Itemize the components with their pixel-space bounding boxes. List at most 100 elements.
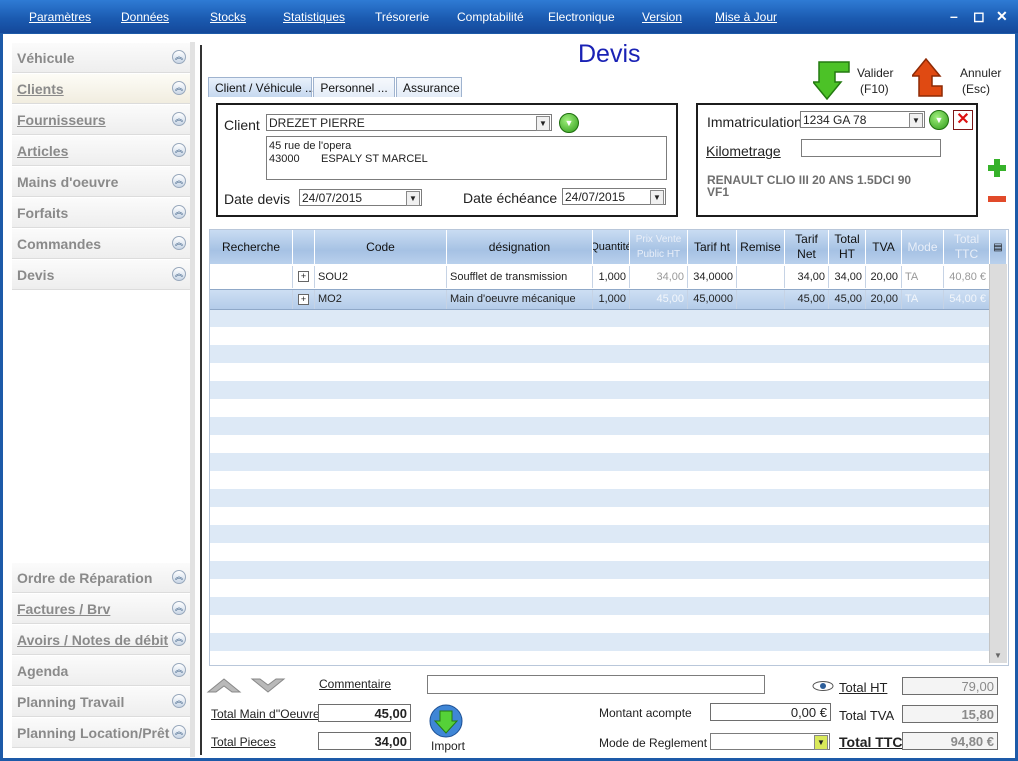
header-tarif-ht[interactable]: Tarif ht [688, 230, 737, 264]
expand-icon[interactable]: + [298, 271, 309, 282]
collapse-icon[interactable]: ︽ [172, 663, 186, 677]
vehicle-open-icon[interactable]: ▼ [929, 110, 949, 130]
tab-client-vehicule[interactable]: Client / Véhicule ... [208, 77, 315, 97]
grid-scrollbar[interactable]: ▼ [989, 264, 1007, 663]
menu-tresorerie[interactable]: Trésorerie [375, 10, 429, 24]
import-button[interactable] [428, 703, 464, 739]
reglement-select[interactable]: ▼ [710, 733, 830, 750]
sidebar-item-factures[interactable]: Factures / Brv ︽ [12, 594, 192, 624]
client-address-box[interactable]: 45 rue de l'opera 43000 ESPALY ST MARCEL [266, 136, 667, 180]
collapse-icon[interactable]: ︽ [172, 570, 186, 584]
cell-mode[interactable]: TA [902, 290, 944, 309]
header-total-ht[interactable]: Total HT [829, 230, 866, 264]
cell-tarif-net[interactable]: 45,00 [785, 290, 829, 309]
expand-icon[interactable]: + [298, 294, 309, 305]
table-row-selected[interactable]: + MO2 Main d'oeuvre mécanique 1,000 45,0… [210, 289, 990, 310]
header-designation[interactable]: désignation [447, 230, 593, 264]
sidebar-item-agenda[interactable]: Agenda ︽ [12, 656, 192, 686]
header-mode[interactable]: Mode [902, 230, 944, 264]
cell-remise[interactable] [737, 290, 785, 309]
dropdown-arrow-icon[interactable]: ▼ [909, 113, 923, 128]
cell-tarif-net[interactable]: 34,00 [785, 266, 829, 288]
collapse-icon[interactable]: ︽ [172, 694, 186, 708]
menu-stocks[interactable]: Stocks [210, 10, 246, 24]
date-devis-picker[interactable]: 24/07/2015 ▼ [299, 189, 422, 206]
collapse-icon[interactable]: ︽ [172, 174, 186, 188]
minimize-icon[interactable]: – [950, 8, 958, 24]
column-chooser-icon[interactable]: ▤ [990, 230, 1007, 264]
sidebar-item-articles[interactable]: Articles ︽ [12, 136, 192, 166]
sidebar-item-planning-location[interactable]: Planning Location/Prêt ︽ [12, 718, 192, 748]
sidebar-item-planning-travail[interactable]: Planning Travail ︽ [12, 687, 192, 717]
tab-personnel[interactable]: Personnel ... [313, 77, 395, 97]
cell-tarif-ht[interactable]: 45,0000 [688, 290, 737, 309]
collapse-icon[interactable]: ︽ [172, 267, 186, 281]
client-open-icon[interactable]: ▼ [559, 113, 579, 133]
dropdown-arrow-icon[interactable]: ▼ [406, 191, 420, 206]
collapse-icon[interactable]: ︽ [172, 143, 186, 157]
menu-comptabilite[interactable]: Comptabilité [457, 10, 524, 24]
acompte-input[interactable]: 0,00 € [710, 703, 831, 721]
cell-remise[interactable] [737, 266, 785, 288]
cell-quantite[interactable]: 1,000 [593, 290, 630, 309]
menu-mise-a-jour[interactable]: Mise à Jour [715, 10, 777, 24]
annuler-label[interactable]: Annuler [960, 66, 1001, 80]
header-quantite[interactable]: Quantité [593, 230, 630, 264]
dropdown-arrow-icon[interactable]: ▼ [814, 735, 828, 750]
collapse-icon[interactable]: ︽ [172, 81, 186, 95]
maximize-icon[interactable]: ◻ [973, 8, 985, 25]
cell-tarif-ht[interactable]: 34,0000 [688, 266, 737, 288]
header-total-ttc[interactable]: Total TTC [944, 230, 990, 264]
collapse-icon[interactable]: ︽ [172, 601, 186, 615]
sidebar-item-fournisseurs[interactable]: Fournisseurs ︽ [12, 105, 192, 135]
header-tva[interactable]: TVA [866, 230, 902, 264]
menu-version[interactable]: Version [642, 10, 682, 24]
header-code[interactable]: Code [315, 230, 447, 264]
cell-recherche[interactable] [210, 290, 293, 309]
valider-button[interactable] [811, 58, 853, 101]
cell-code[interactable]: SOU2 [315, 266, 447, 288]
tab-assurance[interactable]: Assurance [396, 77, 462, 97]
header-tarif-net[interactable]: Tarif Net [785, 230, 829, 264]
cell-designation[interactable]: Soufflet de transmission [447, 266, 593, 288]
dropdown-arrow-icon[interactable]: ▼ [650, 190, 664, 205]
cell-quantite[interactable]: 1,000 [593, 266, 630, 288]
cell-tva[interactable]: 20,00 [866, 290, 902, 309]
menu-electronique[interactable]: Electronique [548, 10, 615, 24]
collapse-icon[interactable]: ︽ [172, 632, 186, 646]
scroll-down-icon[interactable]: ▼ [994, 651, 1002, 660]
move-down-icon[interactable] [250, 676, 286, 694]
immatriculation-select[interactable]: 1234 GA 78 ▼ [800, 111, 925, 128]
sidebar-item-mains-oeuvre[interactable]: Mains d'oeuvre ︽ [12, 167, 192, 197]
table-row[interactable]: + SOU2 Soufflet de transmission 1,000 34… [210, 266, 990, 288]
date-echeance-picker[interactable]: 24/07/2015 ▼ [562, 188, 666, 205]
cell-designation[interactable]: Main d'oeuvre mécanique [447, 290, 593, 309]
dropdown-arrow-icon[interactable]: ▼ [536, 116, 550, 131]
sidebar-item-commandes[interactable]: Commandes ︽ [12, 229, 192, 259]
add-line-icon[interactable] [987, 158, 1007, 178]
cell-tva[interactable]: 20,00 [866, 266, 902, 288]
cell-mode[interactable]: TA [902, 266, 944, 288]
collapse-icon[interactable]: ︽ [172, 236, 186, 250]
annuler-button[interactable] [910, 57, 952, 100]
menu-statistiques[interactable]: Statistiques [283, 10, 345, 24]
sidebar-scrollbar[interactable] [190, 42, 195, 757]
sidebar-item-devis[interactable]: Devis ︽ [12, 260, 192, 290]
menu-parametres[interactable]: Paramètres [29, 10, 91, 24]
import-label[interactable]: Import [431, 739, 465, 753]
sidebar-item-ordre-reparation[interactable]: Ordre de Réparation ︽ [12, 563, 192, 593]
header-recherche[interactable]: Recherche [210, 230, 293, 264]
menu-donnees[interactable]: Données [121, 10, 169, 24]
sidebar-item-forfaits[interactable]: Forfaits ︽ [12, 198, 192, 228]
collapse-icon[interactable]: ︽ [172, 112, 186, 126]
remove-line-icon[interactable] [987, 192, 1007, 202]
eye-icon[interactable] [812, 680, 834, 692]
close-icon[interactable]: ✕ [996, 8, 1008, 25]
header-remise[interactable]: Remise [737, 230, 785, 264]
move-up-icon[interactable] [206, 676, 242, 694]
cell-expand[interactable]: + [293, 266, 315, 288]
vehicle-delete-icon[interactable]: ✕ [953, 110, 973, 130]
commentaire-input[interactable] [427, 675, 765, 694]
sidebar-item-vehicule[interactable]: Véhicule ︽ [12, 43, 192, 73]
client-select[interactable]: DREZET PIERRE ▼ [266, 114, 552, 131]
